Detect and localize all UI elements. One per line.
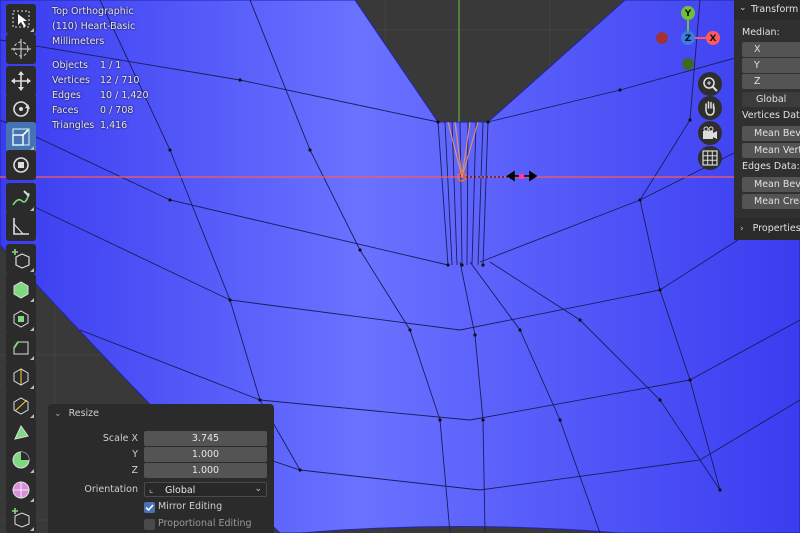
median-z-field[interactable]: Z [742, 74, 800, 89]
camera-icon [703, 126, 717, 139]
view-name: Top Orthographic [52, 6, 134, 17]
resize-title: Resize [68, 408, 100, 419]
chevron-right-icon: › [740, 224, 744, 234]
gizmo-x-label: X [710, 34, 717, 44]
tool-shrink-fatten[interactable] [6, 503, 36, 533]
object-name: (110) Heart-Basic [52, 21, 136, 33]
tool-inset-faces[interactable] [6, 303, 36, 333]
gizmo-y-label: Y [684, 9, 692, 19]
properties-title: Properties [752, 223, 800, 234]
smooth-icon [12, 481, 30, 499]
scale-y-label: Y [132, 449, 138, 460]
move-icon [11, 71, 31, 91]
hand-pan-icon [705, 101, 715, 116]
orientation-value: Global [165, 485, 196, 496]
poly-build-icon [14, 425, 29, 440]
tool-extrude-region[interactable] [6, 274, 36, 304]
bevel-icon [13, 341, 29, 355]
gizmo-y-negative[interactable] [682, 58, 694, 70]
median-label: Median: [742, 27, 780, 38]
extrude-region-icon [13, 281, 29, 299]
tool-rotate[interactable] [6, 94, 36, 124]
checkmark-icon [145, 504, 154, 512]
mirror-editing-label: Mirror Editing [158, 501, 223, 512]
tool-select-box[interactable] [6, 4, 36, 34]
resize-panel-header[interactable]: ⌄ Resize [54, 408, 99, 419]
loop-cut-icon [13, 368, 29, 386]
navigation-gizmo[interactable]: Y Z X [652, 4, 728, 72]
tool-transform[interactable] [6, 150, 36, 180]
stat-row: Triangles 1,416 [52, 120, 128, 132]
camera-view-button[interactable] [698, 121, 722, 145]
vertices-data-label: Vertices Data: [742, 110, 800, 121]
stat-row: Objects 1 / 1 [52, 59, 122, 71]
orientation-dropdown[interactable]: ⌞ Global ⌄ [144, 482, 267, 497]
ortho-toggle-button[interactable] [698, 146, 722, 170]
gizmo-x-negative[interactable] [656, 32, 668, 44]
transform-header[interactable]: ⌄ Transform [734, 0, 800, 20]
mirror-editing-checkbox[interactable] [144, 502, 155, 513]
proportional-editing-label: Proportional Editing [158, 518, 252, 529]
chevron-down-icon: ⌄ [739, 3, 747, 13]
knife-icon [13, 397, 29, 415]
resize-operator-panel: ⌄ Resize Scale X 3.745 Y 1.000 Z 1.000 O… [48, 404, 274, 533]
edges-data-label: Edges Data: [742, 161, 800, 172]
chevron-down-icon: ⌄ [54, 409, 62, 419]
scale-z-label: Z [131, 465, 138, 476]
active-vertex [519, 174, 524, 179]
select-box-icon [12, 10, 30, 28]
inset-faces-icon [13, 310, 29, 328]
tool-measure[interactable] [6, 211, 36, 241]
median-x-field[interactable]: X [742, 42, 800, 57]
scale-z-field[interactable]: 1.000 [144, 463, 267, 478]
tool-annotate[interactable] [6, 183, 36, 213]
tool-add-cube[interactable] [6, 244, 36, 274]
gizmo-z-label: Z [685, 34, 692, 44]
transform-icon [13, 157, 29, 173]
measure-icon [13, 218, 29, 235]
zoom-icon [703, 77, 718, 92]
space-toggle[interactable]: Global [742, 92, 800, 107]
tool-loop-cut[interactable] [6, 361, 36, 391]
spin-icon [12, 451, 30, 469]
tool-cursor[interactable] [6, 34, 36, 64]
tool-knife[interactable] [6, 390, 36, 420]
scene-stats: Objects 1 / 1 Vertices 12 / 710 Edges 10 / … [52, 58, 149, 134]
transform-title: Transform [751, 4, 799, 15]
rotate-icon [13, 101, 30, 117]
sidebar-transform-panel: ⌄ Transform Median: X Y Z Global Vertice… [734, 0, 800, 240]
scale-x-field[interactable]: 3.745 [144, 431, 267, 446]
mean-vertex-crease-field[interactable]: Mean Vertex Crease [742, 143, 800, 158]
unit-system: Millimeters [52, 36, 105, 48]
scale-y-field[interactable]: 1.000 [144, 447, 267, 462]
scale-icon [12, 128, 30, 146]
tool-bevel[interactable] [6, 332, 36, 362]
grid-icon [702, 150, 718, 166]
proportional-editing-checkbox[interactable] [144, 519, 155, 530]
tool-scale[interactable] [6, 122, 36, 152]
viewport-info-overlay: Top Orthographic (110) Heart-Basic Milli… [52, 4, 149, 134]
annotate-icon [12, 190, 30, 206]
cursor-icon [11, 39, 31, 59]
add-cube-icon [12, 249, 30, 269]
zoom-button[interactable] [698, 72, 722, 96]
median-y-field[interactable]: Y [742, 58, 800, 73]
scale-x-label: Scale X [102, 433, 138, 444]
properties-header[interactable]: › Properties [734, 218, 800, 240]
tool-move[interactable] [6, 66, 36, 96]
stat-row: Vertices 12 / 710 [52, 74, 140, 86]
chevron-down-icon: ⌄ [254, 484, 262, 494]
mean-crease-field[interactable]: Mean Crease [742, 194, 800, 209]
tool-poly-build[interactable] [6, 418, 36, 448]
tool-smooth[interactable] [6, 474, 36, 504]
orientation-axes-icon: ⌞ [149, 485, 154, 495]
mean-bevel-weight-field[interactable]: Mean Bevel Weight [742, 126, 800, 141]
orientation-label: Orientation [84, 484, 138, 495]
mean-edge-bevel-field[interactable]: Mean Bevel Weight [742, 177, 800, 192]
pan-button[interactable] [698, 96, 722, 120]
tool-spin[interactable] [6, 445, 36, 475]
stat-row: Edges 10 / 1,420 [52, 90, 149, 102]
stat-row: Faces 0 / 708 [52, 105, 134, 117]
shrink-fatten-icon [12, 508, 30, 528]
